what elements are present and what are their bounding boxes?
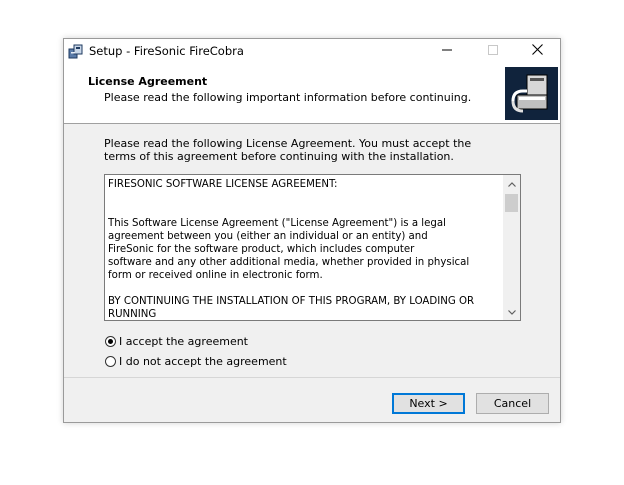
wizard-image-icon <box>505 67 558 120</box>
title-bar[interactable]: Setup - FireSonic FireCobra <box>64 39 560 63</box>
page-subtitle: Please read the following important info… <box>104 91 472 104</box>
license-scrollbar[interactable] <box>503 175 520 320</box>
license-intro-text: Please read the following License Agreem… <box>104 137 472 163</box>
cancel-button[interactable]: Cancel <box>476 393 549 414</box>
radio-selected-dot <box>108 338 113 344</box>
page-title: License Agreement <box>88 75 208 88</box>
license-text: FIRESONIC SOFTWARE LICENSE AGREEMENT: Th… <box>108 179 475 318</box>
accept-label: I accept the agreement <box>119 334 248 348</box>
close-button[interactable] <box>514 39 560 63</box>
next-button[interactable]: Next > <box>392 393 465 414</box>
scroll-up-button[interactable] <box>503 175 520 192</box>
scroll-down-button[interactable] <box>503 303 520 320</box>
setup-window: Setup - FireSonic FireCobra License Agre… <box>63 38 561 423</box>
chevron-down-icon <box>507 305 516 318</box>
maximize-button <box>470 39 516 63</box>
maximize-icon <box>488 44 498 58</box>
chevron-up-icon <box>507 177 516 190</box>
license-textbox[interactable]: FIRESONIC SOFTWARE LICENSE AGREEMENT: Th… <box>104 174 521 321</box>
decline-radio[interactable] <box>105 355 116 367</box>
minimize-icon <box>442 45 452 58</box>
scroll-thumb[interactable] <box>505 194 518 212</box>
accept-radio[interactable] <box>105 335 116 347</box>
setup-app-icon <box>68 43 84 59</box>
decline-option[interactable]: I do not accept the agreement <box>105 353 287 369</box>
content-area: Please read the following License Agreem… <box>64 124 560 377</box>
decline-label: I do not accept the agreement <box>119 354 287 368</box>
close-icon <box>531 44 543 58</box>
button-bar: Next > Cancel <box>64 377 560 422</box>
wizard-header: License Agreement Please read the follow… <box>64 63 560 124</box>
minimize-button[interactable] <box>424 39 470 63</box>
window-title: Setup - FireSonic FireCobra <box>89 44 244 58</box>
accept-option[interactable]: I accept the agreement <box>105 333 248 349</box>
